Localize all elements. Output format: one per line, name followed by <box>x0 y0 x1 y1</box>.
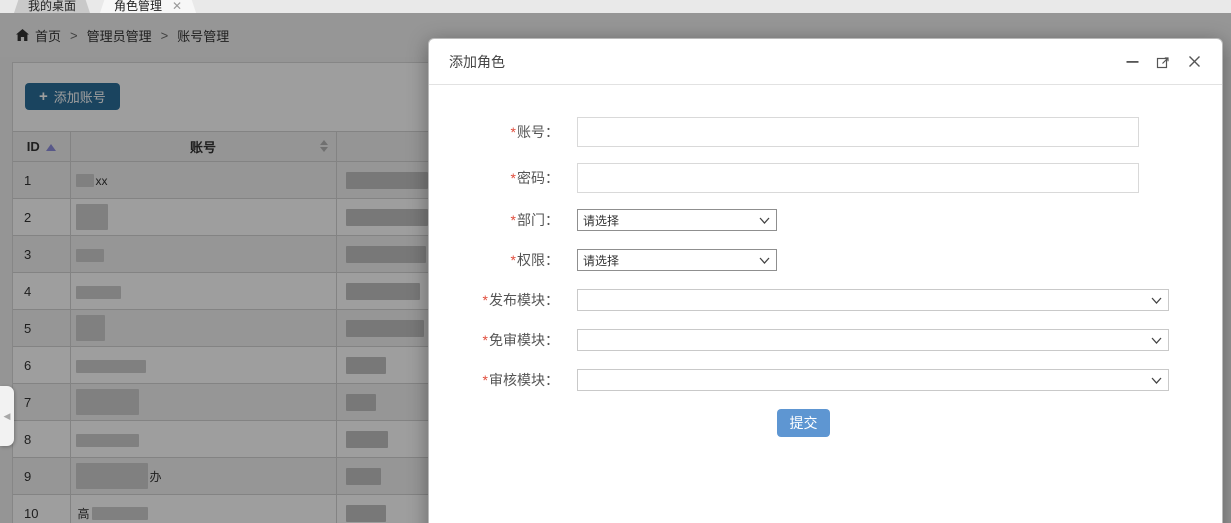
required-marker: * <box>483 292 488 308</box>
close-icon[interactable]: ✕ <box>172 0 182 13</box>
account-field-row: *账号： <box>429 117 1222 147</box>
department-select[interactable]: 请选择 <box>577 209 777 231</box>
password-field-row: *密码： <box>429 163 1222 193</box>
modal-header: 添加角色 <box>429 39 1222 85</box>
department-field-row: *部门： 请选择 <box>429 209 1222 231</box>
chevron-down-icon <box>1151 333 1162 347</box>
permission-label-text: 权限： <box>517 252 559 268</box>
password-label: *密码： <box>429 168 559 188</box>
chevron-left-icon: ◀ <box>4 411 11 422</box>
required-marker: * <box>511 124 516 140</box>
department-label: *部门： <box>429 210 559 230</box>
required-marker: * <box>483 372 488 388</box>
permission-field-row: *权限： 请选择 <box>429 249 1222 271</box>
chevron-down-icon <box>759 213 770 227</box>
review-module-label: *审核模块： <box>429 370 559 390</box>
tab-bar: 我的桌面 角色管理 ✕ <box>0 0 1231 13</box>
publish-module-label-text: 发布模块： <box>489 292 559 308</box>
tab-role-management[interactable]: 角色管理 ✕ <box>100 0 196 13</box>
no-review-module-field-row: *免审模块： <box>429 329 1222 351</box>
submit-button[interactable]: 提交 <box>777 409 830 437</box>
account-input[interactable] <box>577 117 1139 147</box>
account-label: *账号： <box>429 122 559 142</box>
required-marker: * <box>511 212 516 228</box>
no-review-module-label: *免审模块： <box>429 330 559 350</box>
modal-body: *账号：*密码：*部门：请选择*权限：请选择*发布模块：*免审模块：*审核模块：… <box>429 85 1222 437</box>
password-input[interactable] <box>577 163 1139 193</box>
close-icon[interactable] <box>1186 54 1202 70</box>
publish-module-label: *发布模块： <box>429 290 559 310</box>
publish-module-select[interactable] <box>577 289 1169 311</box>
required-marker: * <box>511 170 516 186</box>
minimize-icon[interactable] <box>1124 54 1140 70</box>
tab-my-desktop[interactable]: 我的桌面 <box>14 0 90 13</box>
permission-select[interactable]: 请选择 <box>577 249 777 271</box>
chevron-down-icon <box>1151 373 1162 387</box>
tab-label: 我的桌面 <box>28 0 76 13</box>
permission-select-value: 请选择 <box>583 252 759 269</box>
submit-row: 提交 <box>429 409 1222 437</box>
required-marker: * <box>483 332 488 348</box>
no-review-module-select[interactable] <box>577 329 1169 351</box>
maximize-icon[interactable] <box>1155 54 1171 70</box>
department-label-text: 部门： <box>517 212 559 228</box>
review-module-field-row: *审核模块： <box>429 369 1222 391</box>
permission-label: *权限： <box>429 250 559 270</box>
chevron-down-icon <box>759 253 770 267</box>
department-select-value: 请选择 <box>583 212 759 229</box>
add-role-modal: 添加角色 *账号：*密码：*部门：请选择*权限：请选择*发布模块：*免审模块：*… <box>428 38 1223 523</box>
modal-controls <box>1124 54 1202 70</box>
sidebar-collapse-handle[interactable]: ◀ <box>0 386 14 446</box>
review-module-select[interactable] <box>577 369 1169 391</box>
required-marker: * <box>511 252 516 268</box>
modal-title: 添加角色 <box>449 52 505 72</box>
chevron-down-icon <box>1151 293 1162 307</box>
review-module-label-text: 审核模块： <box>489 372 559 388</box>
account-label-text: 账号： <box>517 124 559 140</box>
password-label-text: 密码： <box>517 170 559 186</box>
publish-module-field-row: *发布模块： <box>429 289 1222 311</box>
tab-label: 角色管理 <box>114 0 162 13</box>
no-review-module-label-text: 免审模块： <box>489 332 559 348</box>
